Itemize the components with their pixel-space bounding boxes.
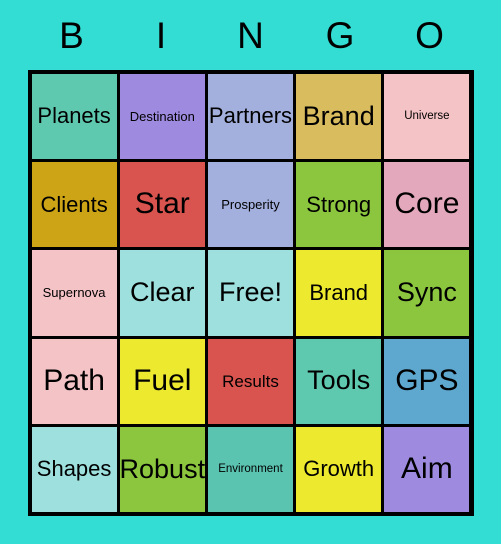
bingo-cell[interactable]: Growth: [296, 426, 382, 512]
bingo-cell-label: Results: [222, 371, 279, 391]
bingo-cell[interactable]: Universe: [384, 74, 470, 160]
bingo-cell-label: Destination: [129, 108, 195, 124]
header-letter-b: B: [59, 14, 84, 56]
bingo-cell[interactable]: Clear: [119, 250, 205, 336]
bingo-cell-label: Prosperity: [221, 197, 280, 213]
bingo-cell[interactable]: Star: [119, 162, 205, 248]
bingo-cell[interactable]: Results: [207, 338, 294, 424]
bingo-cell-label: Partners: [208, 103, 293, 129]
bingo-cell-label: GPS: [395, 363, 459, 397]
bingo-cell-label: Core: [394, 187, 460, 221]
bingo-cell[interactable]: Fuel: [119, 338, 205, 424]
bingo-cell[interactable]: Aim: [384, 426, 470, 512]
header-letter-g: G: [325, 14, 355, 56]
bingo-cell-label: Aim: [401, 452, 453, 486]
bingo-cell-label: Planets: [37, 103, 111, 129]
bingo-cell-label: Fuel: [133, 363, 192, 397]
bingo-cell-label: Environment: [218, 462, 283, 475]
bingo-grid: Planets Destination Partners Brand Universe C…: [27, 70, 474, 516]
bingo-cell-label: Path: [43, 363, 105, 397]
bingo-header-letters: B I N G O: [28, 0, 474, 70]
bingo-card: B I N G O Planets Destination Partners Bran…: [0, 0, 501, 544]
header-letter-o: O: [415, 14, 444, 56]
bingo-cell[interactable]: Tools: [296, 338, 382, 424]
bingo-cell-label: Star: [134, 187, 190, 221]
bingo-cell-label: Clients: [40, 191, 108, 217]
bingo-cell[interactable]: Core: [384, 162, 470, 248]
bingo-cell-label: Brand: [302, 100, 375, 131]
bingo-cell-label: Strong: [306, 191, 372, 217]
bingo-cell-label: Sync: [396, 277, 457, 308]
bingo-cell[interactable]: GPS: [384, 338, 470, 424]
bingo-cell[interactable]: Partners: [207, 74, 294, 160]
bingo-cell-label: Shapes: [36, 456, 112, 482]
bingo-cell[interactable]: Planets: [31, 74, 117, 160]
bingo-cell[interactable]: Clients: [31, 162, 117, 248]
bingo-cell[interactable]: Environment: [207, 426, 294, 512]
bingo-cell-label: Supernova: [42, 285, 106, 301]
bingo-cell[interactable]: Destination: [119, 74, 205, 160]
bingo-cell-label: Brand: [309, 279, 369, 305]
bingo-cell[interactable]: Brand: [296, 74, 382, 160]
bingo-cell-label: Robust: [119, 453, 205, 484]
bingo-cell[interactable]: Path: [31, 338, 117, 424]
bingo-cell[interactable]: Shapes: [31, 426, 117, 512]
bingo-cell-label: Free!: [218, 277, 282, 308]
header-letter-i: I: [155, 14, 167, 56]
bingo-cell-label: Universe: [404, 109, 450, 122]
bingo-cell-label: Clear: [130, 277, 195, 308]
bingo-cell[interactable]: Supernova: [31, 250, 117, 336]
bingo-cell[interactable]: Strong: [296, 162, 382, 248]
bingo-cell[interactable]: Prosperity: [207, 162, 294, 248]
bingo-cell-label: Tools: [307, 365, 371, 396]
bingo-cell-label: Growth: [303, 456, 375, 482]
bingo-cell[interactable]: Robust: [119, 426, 205, 512]
bingo-cell[interactable]: Brand: [296, 250, 382, 336]
bingo-cell[interactable]: Sync: [384, 250, 470, 336]
bingo-free-space[interactable]: Free!: [207, 250, 294, 336]
header-letter-n: N: [237, 14, 264, 56]
